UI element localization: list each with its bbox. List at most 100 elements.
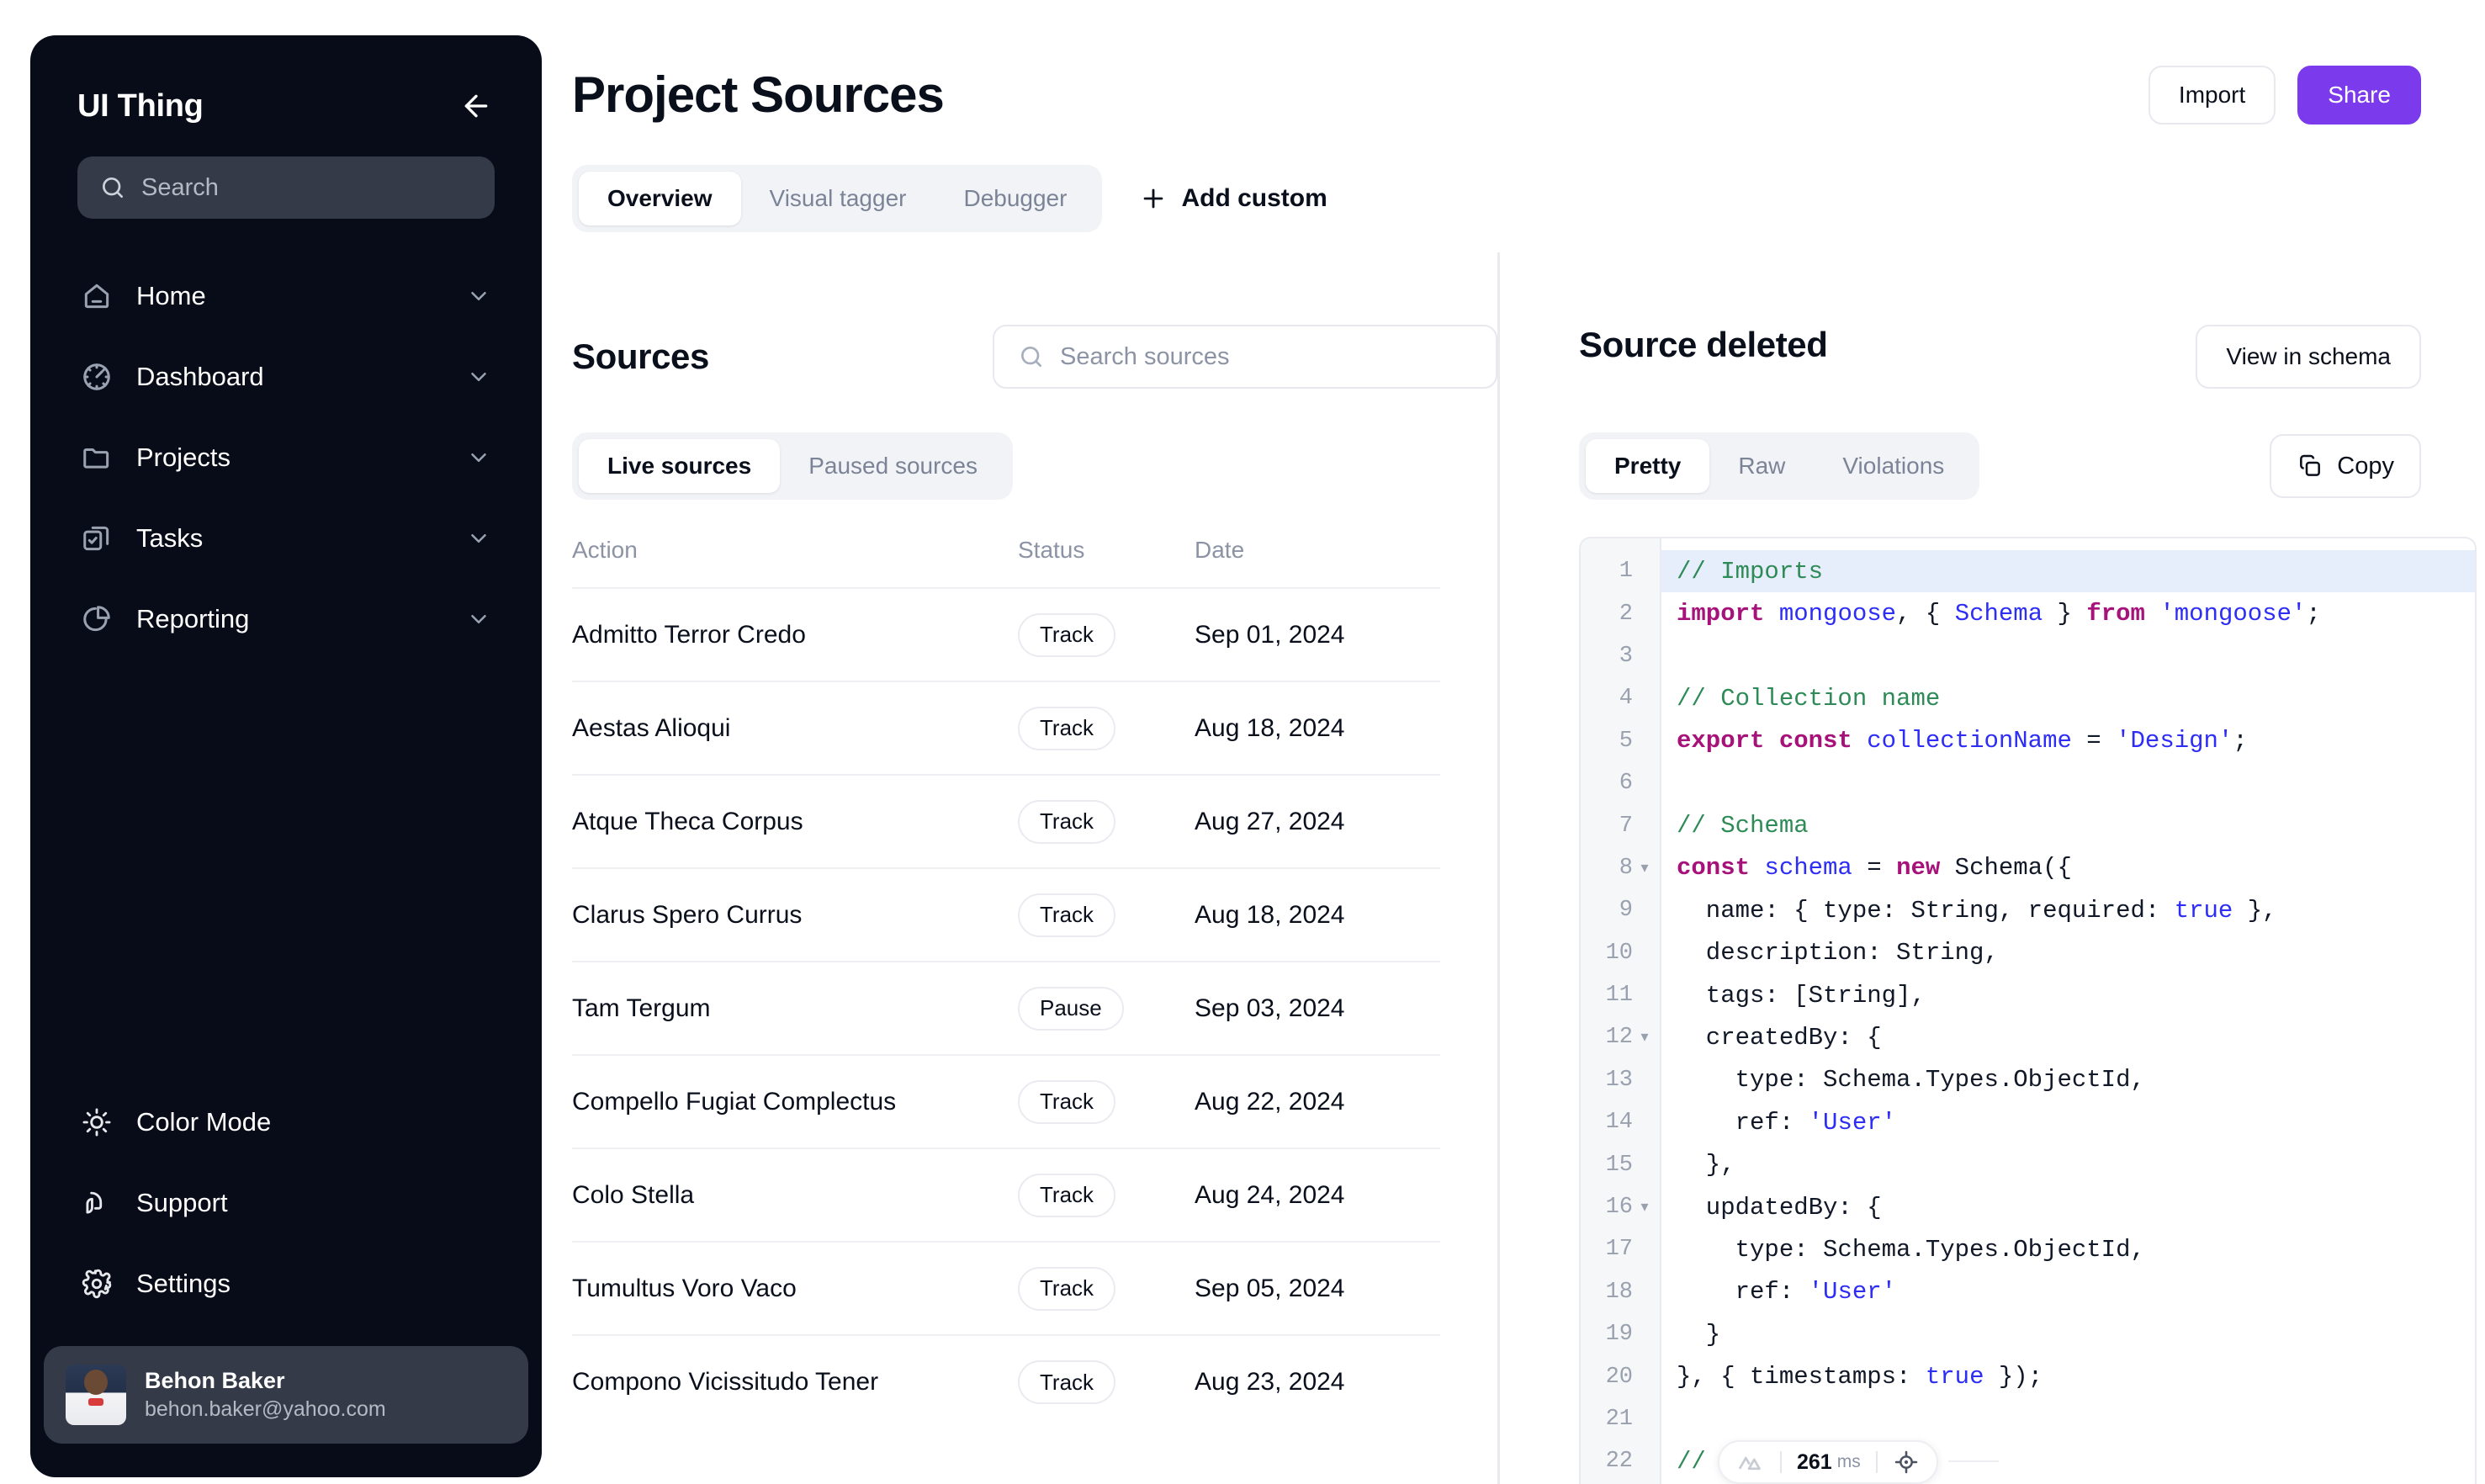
sidebar-item-projects[interactable]: Projects: [64, 417, 508, 498]
code-line-number: 21▾: [1605, 1407, 1633, 1432]
code-token: mongoose: [1778, 600, 1897, 628]
chevron-down-icon[interactable]: [464, 443, 493, 472]
table-row[interactable]: Tumultus Voro Vaco Track Sep 05, 2024: [572, 1241, 1440, 1335]
view-in-schema-button[interactable]: View in schema: [2196, 325, 2421, 389]
search-sources-input[interactable]: Search sources: [993, 325, 1497, 389]
search-input[interactable]: Search: [77, 156, 495, 219]
table-row[interactable]: Tam Tergum Pause Sep 03, 2024: [572, 961, 1440, 1055]
code-token: ;: [2233, 727, 2248, 755]
tab-violations[interactable]: Violations: [1814, 439, 1973, 493]
table-row[interactable]: Atque Theca Corpus Track Aug 27, 2024: [572, 774, 1440, 868]
code-line: }: [1661, 1313, 2475, 1355]
fold-toggle-icon[interactable]: ▾: [1638, 1198, 1651, 1216]
code-line-number: 1▾: [1619, 559, 1633, 585]
fold-toggle-icon[interactable]: ▾: [1638, 1028, 1651, 1047]
status-badge[interactable]: Track: [1018, 1079, 1116, 1124]
add-custom-button[interactable]: Add custom: [1132, 178, 1333, 220]
sidebar-item-tasks[interactable]: Tasks: [64, 498, 508, 579]
sidebar-user-card[interactable]: Behon Baker behon.baker@yahoo.com: [44, 1346, 528, 1444]
status-badge[interactable]: Track: [1018, 612, 1116, 657]
code-line-number: 4▾: [1619, 686, 1633, 712]
devtools-widget[interactable]: 261 ms: [1718, 1440, 1938, 1484]
cell-date: Aug 24, 2024: [1195, 1147, 1440, 1242]
table-row[interactable]: Clarus Spero Currus Track Aug 18, 2024: [572, 867, 1440, 962]
tab-debugger[interactable]: Debugger: [935, 172, 1095, 225]
cell-date: Aug 18, 2024: [1195, 867, 1440, 962]
support-chat-icon: [79, 1185, 114, 1221]
sidebar-item-support[interactable]: Support: [64, 1163, 508, 1243]
cell-status: Track: [1018, 681, 1195, 775]
cell-date: Aug 18, 2024: [1195, 681, 1440, 775]
code-content[interactable]: // Imports import mongoose, { Schema } fr…: [1661, 538, 2475, 1484]
code-line-number: 16 ▾: [1581, 1186, 1660, 1228]
tab-visual-tagger[interactable]: Visual tagger: [741, 172, 935, 225]
tab-live-sources[interactable]: Live sources: [579, 439, 781, 493]
app-root: UI Thing Search Home Dashboard Projects …: [0, 0, 2485, 1484]
code-token: 'User': [1808, 1278, 1897, 1306]
app-title: UI Thing: [77, 87, 204, 124]
cell-date: Aug 27, 2024: [1195, 774, 1440, 868]
share-button[interactable]: Share: [2297, 66, 2421, 125]
cell-date: Sep 03, 2024: [1195, 961, 1440, 1055]
table-row[interactable]: Colo Stella Track Aug 24, 2024: [572, 1147, 1440, 1242]
tab-paused-sources[interactable]: Paused sources: [780, 439, 1006, 493]
home-icon: [79, 278, 114, 314]
sidebar-item-color-mode[interactable]: Color Mode: [64, 1082, 508, 1163]
tab-raw[interactable]: Raw: [1709, 439, 1814, 493]
code-line-number: 17▾: [1605, 1237, 1633, 1263]
detail-tabs: Pretty Raw Violations: [1579, 432, 1980, 500]
table-row[interactable]: Admitto Terror Credo Track Sep 01, 2024: [572, 587, 1440, 681]
code-viewer[interactable]: 1▾ 2▾ 3▾ 4▾ 5▾ 6▾ 7▾ 8▾ 9▾ 10▾ 11▾ 12▾ 13▾ 14▾ 15▾ 16▾ 1…: [1579, 537, 2477, 1484]
code-token: schema: [1764, 854, 1852, 882]
chevron-down-icon[interactable]: [464, 282, 493, 310]
arrow-left-icon[interactable]: [458, 87, 495, 125]
status-badge[interactable]: Track: [1018, 1360, 1116, 1404]
chevron-down-icon[interactable]: [464, 605, 493, 633]
detail-title: Source deleted: [1579, 325, 1828, 364]
status-badge[interactable]: Track: [1018, 799, 1116, 844]
sidebar-item-settings[interactable]: Settings: [64, 1243, 508, 1324]
cell-date: Aug 22, 2024: [1195, 1054, 1440, 1148]
sidebar-item-label: Dashboard: [136, 362, 264, 391]
chevron-down-icon[interactable]: [464, 363, 493, 391]
sidebar-item-dashboard[interactable]: Dashboard: [64, 337, 508, 417]
sidebar-search-wrap: Search: [30, 125, 542, 219]
main-content: Project Sources Import Share Overview Vi…: [572, 0, 2485, 1484]
status-badge[interactable]: Track: [1018, 1173, 1116, 1217]
fold-toggle-icon[interactable]: ▾: [1638, 859, 1651, 877]
sources-title: Sources: [572, 337, 709, 376]
status-badge[interactable]: Track: [1018, 706, 1116, 750]
table-row[interactable]: Compono Vicissitudo Tener Track Aug 23, 20…: [572, 1334, 1440, 1428]
gear-icon: [79, 1266, 114, 1301]
topbar: Project Sources Import Share Overview Vi…: [572, 0, 2485, 252]
table-row[interactable]: Compello Fugiat Complectus Track Aug 22, 2…: [572, 1054, 1440, 1148]
code-token: }: [2043, 600, 2087, 628]
sidebar-item-home[interactable]: Home: [64, 256, 508, 337]
status-badge[interactable]: Track: [1018, 1266, 1116, 1311]
table-row[interactable]: Aestas Alioqui Track Aug 18, 2024: [572, 681, 1440, 775]
avatar: [66, 1365, 126, 1425]
chevron-down-icon[interactable]: [464, 524, 493, 553]
nuxt-logo-icon[interactable]: [1736, 1448, 1765, 1476]
import-button[interactable]: Import: [2148, 66, 2276, 125]
code-token: updatedBy: {: [1677, 1193, 1882, 1222]
tab-overview[interactable]: Overview: [579, 172, 741, 225]
code-token: }: [1677, 1320, 1721, 1349]
devtools-divider-2: [1875, 1451, 1878, 1473]
status-badge[interactable]: Track: [1018, 893, 1116, 937]
tasks-icon: [79, 521, 114, 556]
code-line: ref: 'User': [1661, 1101, 2475, 1143]
crosshair-icon[interactable]: [1893, 1449, 1920, 1476]
copy-button[interactable]: Copy: [2270, 434, 2421, 498]
devtools-timing: 261: [1797, 1450, 1832, 1474]
sidebar-item-reporting[interactable]: Reporting: [64, 579, 508, 660]
search-placeholder: Search: [141, 173, 219, 201]
code-token: },: [1677, 1151, 1735, 1179]
code-token: name: { type: String, required:: [1677, 896, 2175, 925]
status-badge[interactable]: Pause: [1018, 986, 1124, 1031]
sidebar-item-label: Settings: [136, 1269, 231, 1298]
sources-header: Sources Search sources: [572, 252, 1497, 389]
tab-pretty[interactable]: Pretty: [1586, 439, 1710, 493]
code-line-number: 22▾: [1605, 1449, 1633, 1475]
